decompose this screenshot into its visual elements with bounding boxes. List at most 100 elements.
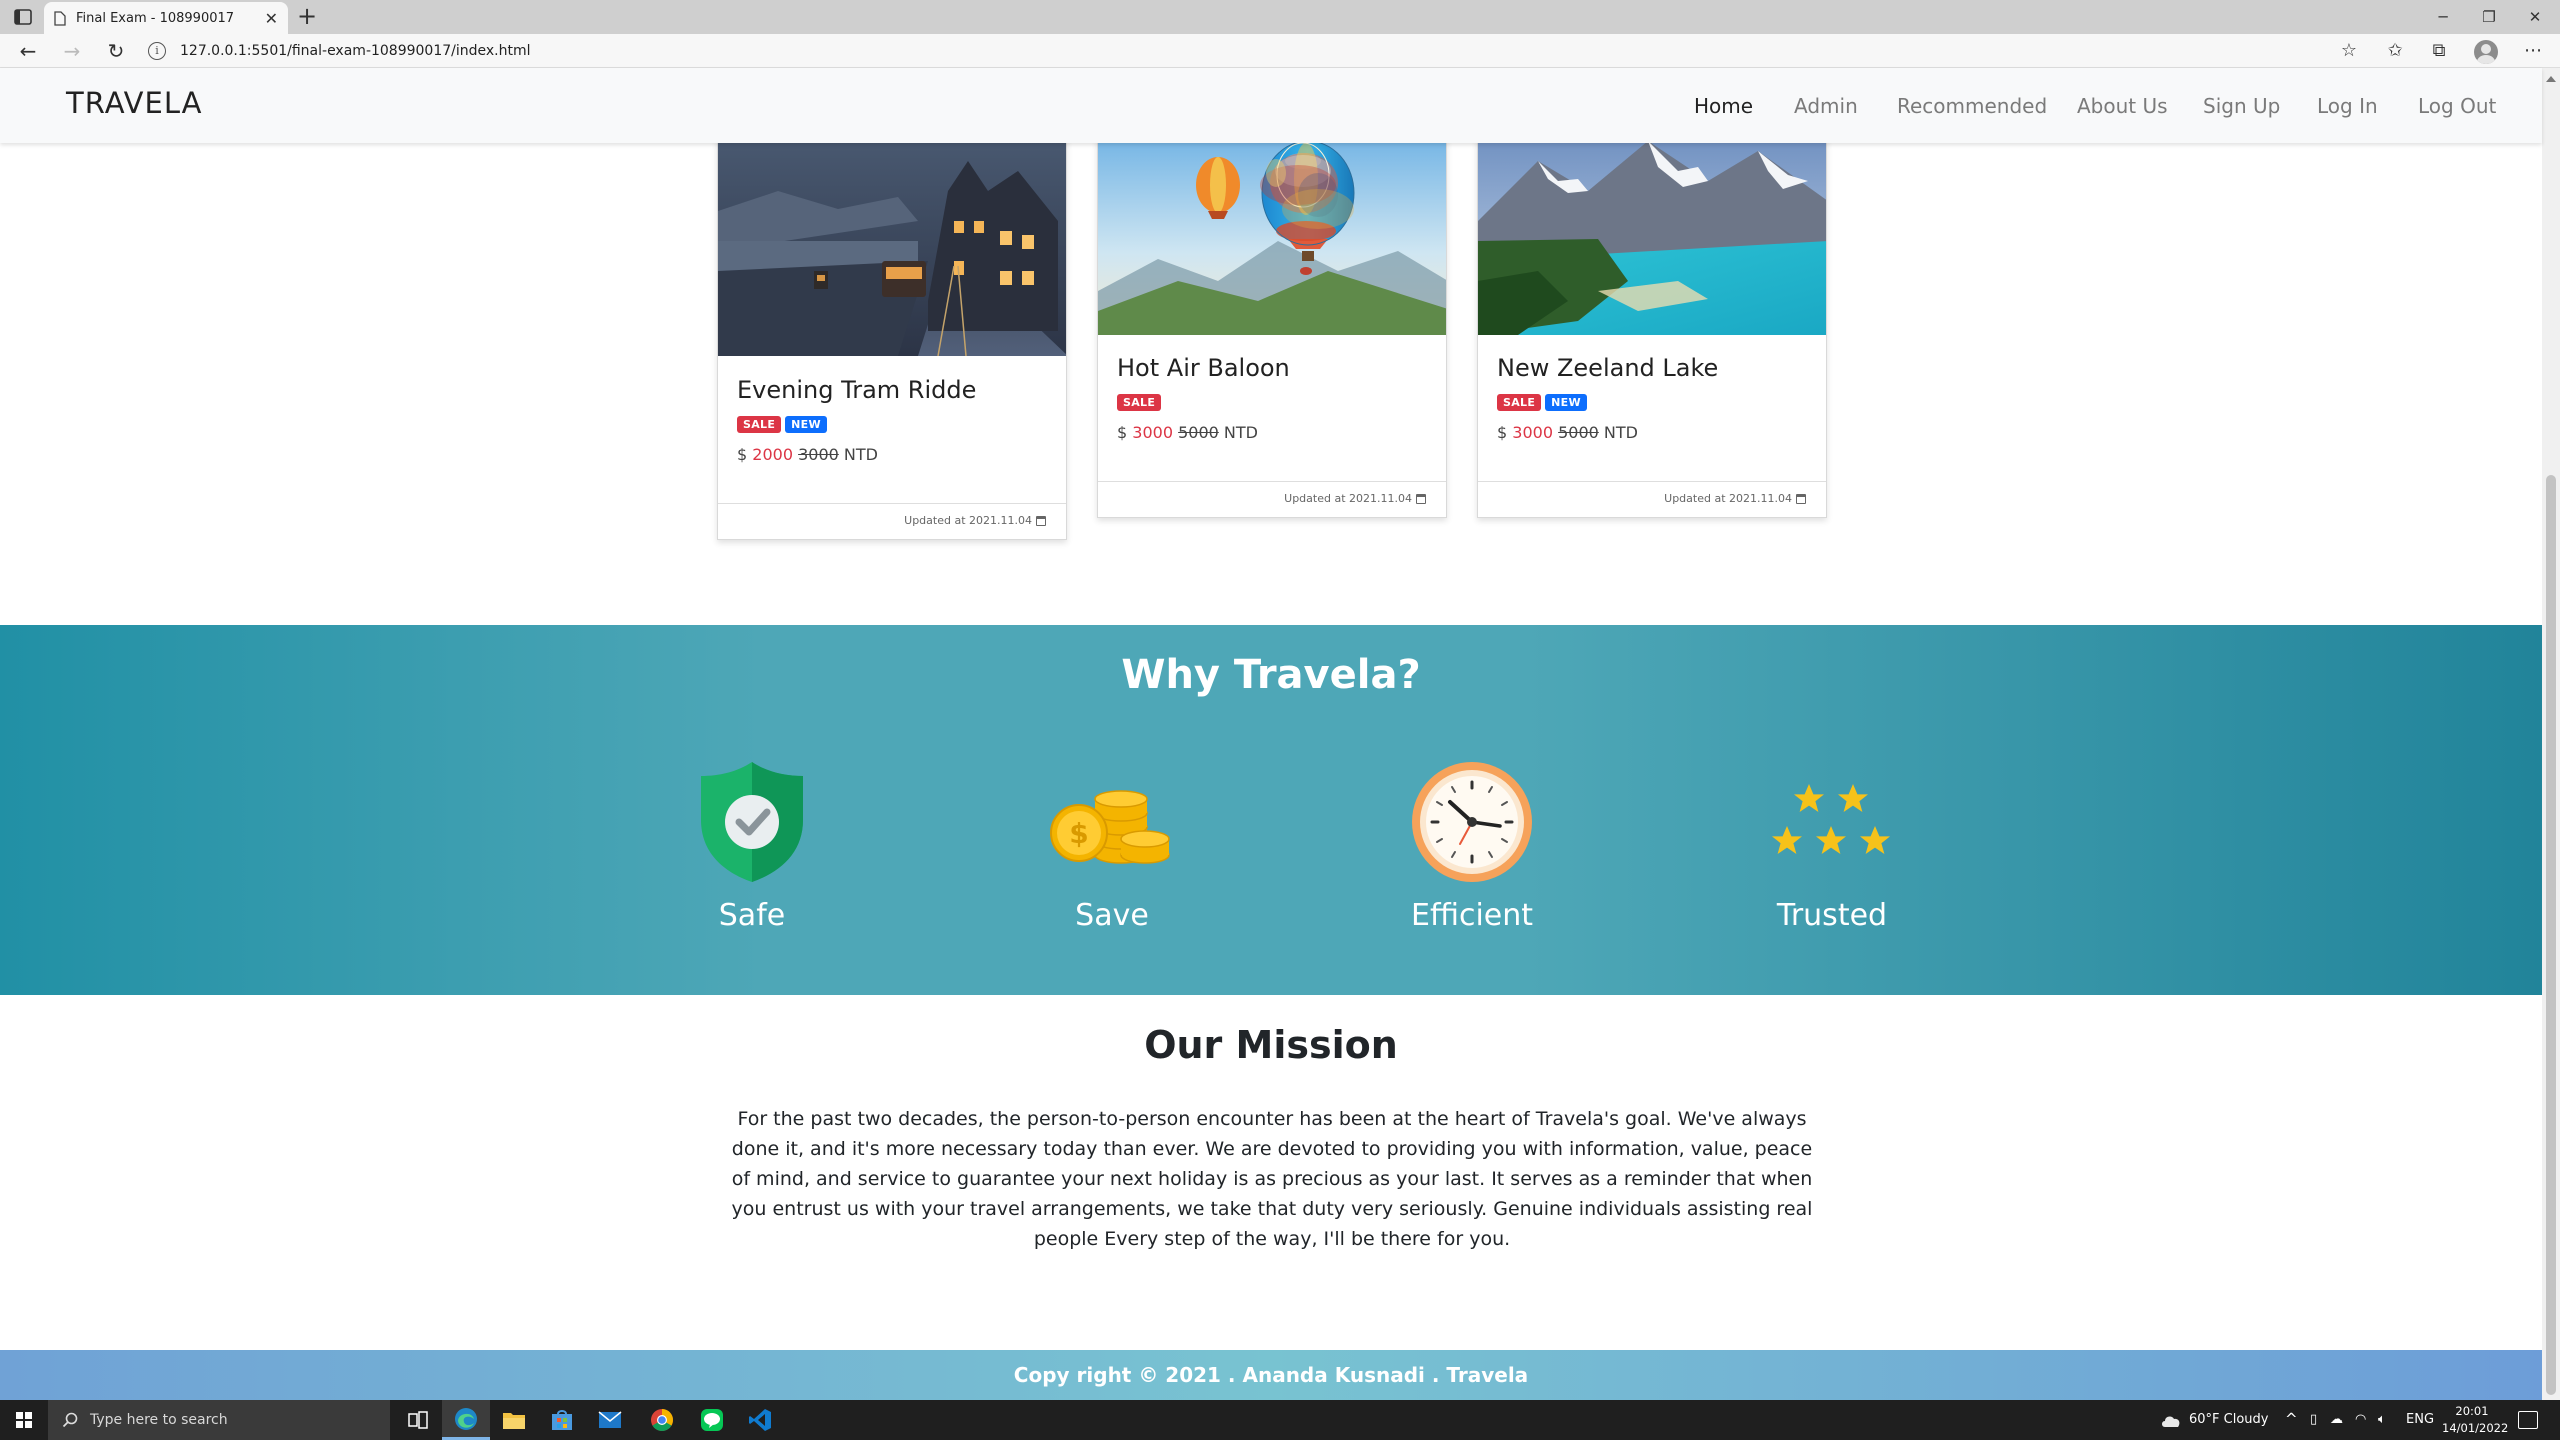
nav-link-log-out[interactable]: Log Out bbox=[2418, 94, 2496, 118]
card-badges: SALE NEW bbox=[1497, 394, 1587, 411]
sale-price: 3000 bbox=[1512, 423, 1553, 442]
battery-icon[interactable]: ▯ bbox=[2310, 1412, 2317, 1427]
feature-trusted: Trusted bbox=[1732, 758, 1932, 933]
card-price: $ 2000 3000 NTD bbox=[737, 445, 878, 464]
why-title: Why Travela? bbox=[1121, 652, 1421, 698]
nav-link-sign-up[interactable]: Sign Up bbox=[2203, 94, 2280, 118]
feature-safe: Safe bbox=[652, 758, 852, 933]
line-app-icon[interactable] bbox=[688, 1400, 736, 1440]
tray-chevron-icon[interactable]: ^ bbox=[2285, 1410, 2298, 1428]
currency: $ bbox=[1117, 423, 1128, 442]
hot-air-balloon-photo bbox=[1098, 131, 1446, 335]
updated-text: Updated at 2021.11.04 bbox=[1664, 492, 1792, 505]
stars-icon bbox=[1732, 758, 1932, 886]
svg-text:$: $ bbox=[1069, 817, 1088, 850]
sale-badge: SALE bbox=[737, 416, 782, 433]
updated-text: Updated at 2021.11.04 bbox=[1284, 492, 1412, 505]
tram-photo bbox=[718, 131, 1066, 356]
brand-logo[interactable]: TRAVELA bbox=[66, 86, 203, 120]
wifi-icon[interactable]: ◠ bbox=[2355, 1412, 2366, 1427]
calendar-icon bbox=[1416, 493, 1426, 504]
taskbar-search[interactable]: Type here to search bbox=[48, 1400, 390, 1440]
card-price: $ 3000 5000 NTD bbox=[1117, 423, 1258, 442]
new-tab-button[interactable]: + bbox=[292, 2, 322, 32]
card-badges: SALE NEW bbox=[737, 416, 827, 433]
why-travela-section: Why Travela? Safe $ Save Efficient Trust… bbox=[0, 625, 2542, 995]
file-explorer-icon[interactable] bbox=[490, 1400, 538, 1440]
updated-text: Updated at 2021.11.04 bbox=[904, 514, 1032, 527]
minimize-icon[interactable]: ─ bbox=[2420, 4, 2466, 30]
copyright-text: Copy right © 2021 . Ananda Kusnadi . Tra… bbox=[1013, 1363, 1529, 1387]
site-footer: Copy right © 2021 . Ananda Kusnadi . Tra… bbox=[0, 1350, 2542, 1400]
profile-avatar[interactable] bbox=[2474, 40, 2498, 64]
onedrive-icon[interactable]: ☁ bbox=[2330, 1412, 2343, 1427]
feature-label: Trusted bbox=[1776, 898, 1888, 933]
reload-icon[interactable]: ↻ bbox=[102, 38, 130, 64]
card-title[interactable]: New Zeeland Lake bbox=[1497, 354, 1718, 382]
sale-price: 2000 bbox=[752, 445, 793, 464]
sale-badge: SALE bbox=[1497, 394, 1542, 411]
feature-label: Efficient bbox=[1410, 898, 1534, 933]
windows-start-icon[interactable] bbox=[16, 1412, 32, 1428]
card-footer: Updated at 2021.11.04 bbox=[1478, 481, 1826, 517]
close-window-icon[interactable]: ✕ bbox=[2512, 4, 2558, 30]
store-icon[interactable] bbox=[538, 1400, 586, 1440]
new-badge: NEW bbox=[785, 416, 827, 433]
card-footer: Updated at 2021.11.04 bbox=[1098, 481, 1446, 517]
new-badge: NEW bbox=[1545, 394, 1587, 411]
card-title[interactable]: Evening Tram Ridde bbox=[737, 376, 976, 404]
browser-tab[interactable]: Final Exam - 108990017 ✕ bbox=[44, 2, 288, 34]
forward-icon[interactable]: → bbox=[58, 38, 86, 64]
nav-link-admin[interactable]: Admin bbox=[1794, 94, 1858, 118]
nav-link-log-in[interactable]: Log In bbox=[2317, 94, 2378, 118]
weather-cloud-icon bbox=[2162, 1416, 2180, 1427]
notification-center-icon[interactable] bbox=[2518, 1411, 2538, 1429]
search-placeholder: Type here to search bbox=[90, 1412, 228, 1428]
updated-at: Updated at 2021.11.04 bbox=[1664, 492, 1806, 505]
more-options-icon[interactable]: ⋯ bbox=[2518, 38, 2548, 64]
restore-icon[interactable]: ❐ bbox=[2466, 4, 2512, 30]
mission-text: For the past two decades, the person-to-… bbox=[731, 1108, 1813, 1250]
tour-card[interactable]: Evening Tram Ridde SALE NEW $ 2000 3000 … bbox=[717, 130, 1067, 540]
close-tab-icon[interactable]: ✕ bbox=[265, 9, 278, 28]
weather-text[interactable]: 60°F Cloudy bbox=[2189, 1412, 2268, 1427]
page-icon bbox=[54, 10, 66, 26]
price-unit: NTD bbox=[843, 445, 878, 464]
mission-title: Our Mission bbox=[1144, 1023, 1398, 1067]
vscode-app-icon[interactable] bbox=[736, 1400, 784, 1440]
clock-date: 14/01/2022 bbox=[2442, 1421, 2509, 1435]
url-field[interactable]: i 127.0.0.1:5501/final-exam-108990017/in… bbox=[148, 37, 2348, 65]
calendar-icon bbox=[1796, 493, 1806, 504]
card-footer: Updated at 2021.11.04 bbox=[718, 503, 1066, 539]
scrollbar-thumb[interactable] bbox=[2546, 475, 2556, 1395]
volume-icon[interactable]: 🔈︎ bbox=[2378, 1412, 2386, 1427]
tour-card[interactable]: New Zeeland Lake SALE NEW $ 3000 5000 NT… bbox=[1477, 130, 1827, 518]
collections-icon[interactable]: ⧉ bbox=[2424, 38, 2454, 64]
scroll-up-icon[interactable] bbox=[2546, 76, 2556, 82]
add-favorite-icon[interactable]: ☆ bbox=[2334, 38, 2364, 64]
edge-app-icon[interactable] bbox=[442, 1400, 490, 1440]
updated-at: Updated at 2021.11.04 bbox=[1284, 492, 1426, 505]
tab-actions-icon[interactable] bbox=[12, 7, 34, 27]
old-price: 3000 bbox=[798, 445, 839, 464]
taskbar-clock[interactable]: 20:01 14/01/2022 bbox=[2442, 1403, 2509, 1437]
feature-label: Safe bbox=[718, 898, 786, 933]
site-info-icon[interactable]: i bbox=[148, 42, 166, 60]
lake-photo bbox=[1478, 131, 1826, 335]
chrome-app-icon[interactable] bbox=[638, 1400, 686, 1440]
coins-icon: $ bbox=[1012, 758, 1212, 886]
favorites-icon[interactable]: ✩ bbox=[2380, 38, 2410, 64]
task-view-icon[interactable] bbox=[394, 1400, 442, 1440]
address-bar: ← → ↻ i 127.0.0.1:5501/final-exam-108990… bbox=[0, 34, 2560, 68]
feature-label: Save bbox=[1075, 898, 1149, 933]
nav-link-recommended[interactable]: Recommended bbox=[1897, 94, 2047, 118]
back-icon[interactable]: ← bbox=[14, 38, 42, 64]
price-unit: NTD bbox=[1223, 423, 1258, 442]
language-indicator[interactable]: ENG bbox=[2406, 1412, 2434, 1427]
tour-card[interactable]: Hot Air Baloon SALE $ 3000 5000 NTD Upda… bbox=[1097, 130, 1447, 518]
updated-at: Updated at 2021.11.04 bbox=[904, 514, 1046, 527]
card-title[interactable]: Hot Air Baloon bbox=[1117, 354, 1290, 382]
mail-icon[interactable] bbox=[586, 1400, 634, 1440]
nav-link-about-us[interactable]: About Us bbox=[2077, 94, 2168, 118]
nav-link-home[interactable]: Home bbox=[1694, 94, 1753, 118]
